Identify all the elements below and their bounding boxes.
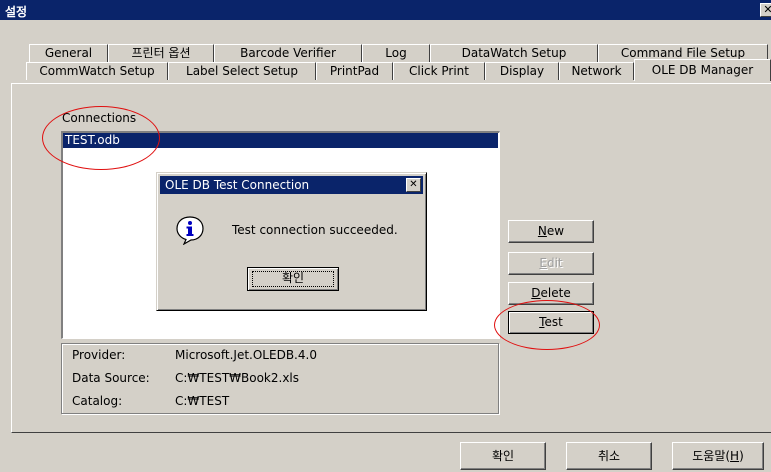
connection-item-selected[interactable]: TEST.odb <box>63 133 498 148</box>
data-source-value: C:₩TEST₩Book2.xls <box>175 371 300 385</box>
edit-button-mnemonic: E <box>539 256 547 270</box>
tab-click-print[interactable]: Click Print <box>393 62 485 80</box>
settings-window: 설정 ✕ General 프린터 옵션 Barcode Verifier Log… <box>0 0 771 472</box>
tab-general[interactable]: General <box>29 44 108 62</box>
tab-display[interactable]: Display <box>485 62 559 80</box>
cancel-button[interactable]: 취소 <box>566 442 652 470</box>
window-title: 설정 <box>5 5 28 19</box>
dialog-message: Test connection succeeded. <box>232 223 398 237</box>
new-button-mnemonic: N <box>537 224 547 238</box>
ok-button[interactable]: 확인 <box>460 442 546 470</box>
test-button-label-post: est <box>544 315 563 329</box>
edit-button-label-post: dit <box>546 256 563 270</box>
catalog-value: C:₩TEST <box>175 394 230 408</box>
tab-commwatch-setup[interactable]: CommWatch Setup <box>26 62 168 80</box>
catalog-label: Catalog: <box>72 394 123 408</box>
test-connection-dialog: OLE DB Test Connection ✕ Test connection… <box>156 172 427 311</box>
tab-log[interactable]: Log <box>362 44 430 62</box>
info-icon <box>176 216 204 245</box>
test-button[interactable]: Test <box>508 311 594 334</box>
new-button-label-post: ew <box>546 224 565 238</box>
help-button-label-post: ) <box>739 449 744 463</box>
help-button-label-pre: 도움말( <box>692 449 731 463</box>
connections-label: Connections <box>62 111 137 125</box>
help-button-mnemonic: H <box>730 449 740 463</box>
data-source-label: Data Source: <box>72 371 150 385</box>
tab-barcode-verifier[interactable]: Barcode Verifier <box>214 44 362 62</box>
tab-datawatch-setup[interactable]: DataWatch Setup <box>430 44 598 62</box>
delete-button-mnemonic: D <box>531 286 541 300</box>
provider-value: Microsoft.Jet.OLEDB.4.0 <box>175 348 317 362</box>
tab-printpad[interactable]: PrintPad <box>316 62 393 80</box>
dialog-ok-button[interactable]: 확인 <box>247 267 339 291</box>
close-button[interactable]: ✕ <box>760 3 771 17</box>
edit-button[interactable]: Edit <box>508 252 594 275</box>
tab-label-select-setup[interactable]: Label Select Setup <box>168 62 316 80</box>
title-bar[interactable]: 설정 ✕ <box>0 0 771 20</box>
provider-label: Provider: <box>72 348 126 362</box>
dialog-title-bar[interactable]: OLE DB Test Connection ✕ <box>160 176 423 194</box>
new-button[interactable]: New <box>508 220 594 243</box>
delete-button[interactable]: Delete <box>508 282 594 305</box>
tab-network[interactable]: Network <box>559 62 634 80</box>
dialog-title: OLE DB Test Connection <box>165 178 310 192</box>
tab-printer-options[interactable]: 프린터 옵션 <box>108 44 214 62</box>
tab-ole-db-manager[interactable]: OLE DB Manager <box>634 59 771 81</box>
dialog-close-button[interactable]: ✕ <box>406 178 421 192</box>
focus-rectangle <box>252 271 334 287</box>
help-button[interactable]: 도움말(H) <box>672 442 764 470</box>
delete-button-label-post: elete <box>540 286 571 300</box>
